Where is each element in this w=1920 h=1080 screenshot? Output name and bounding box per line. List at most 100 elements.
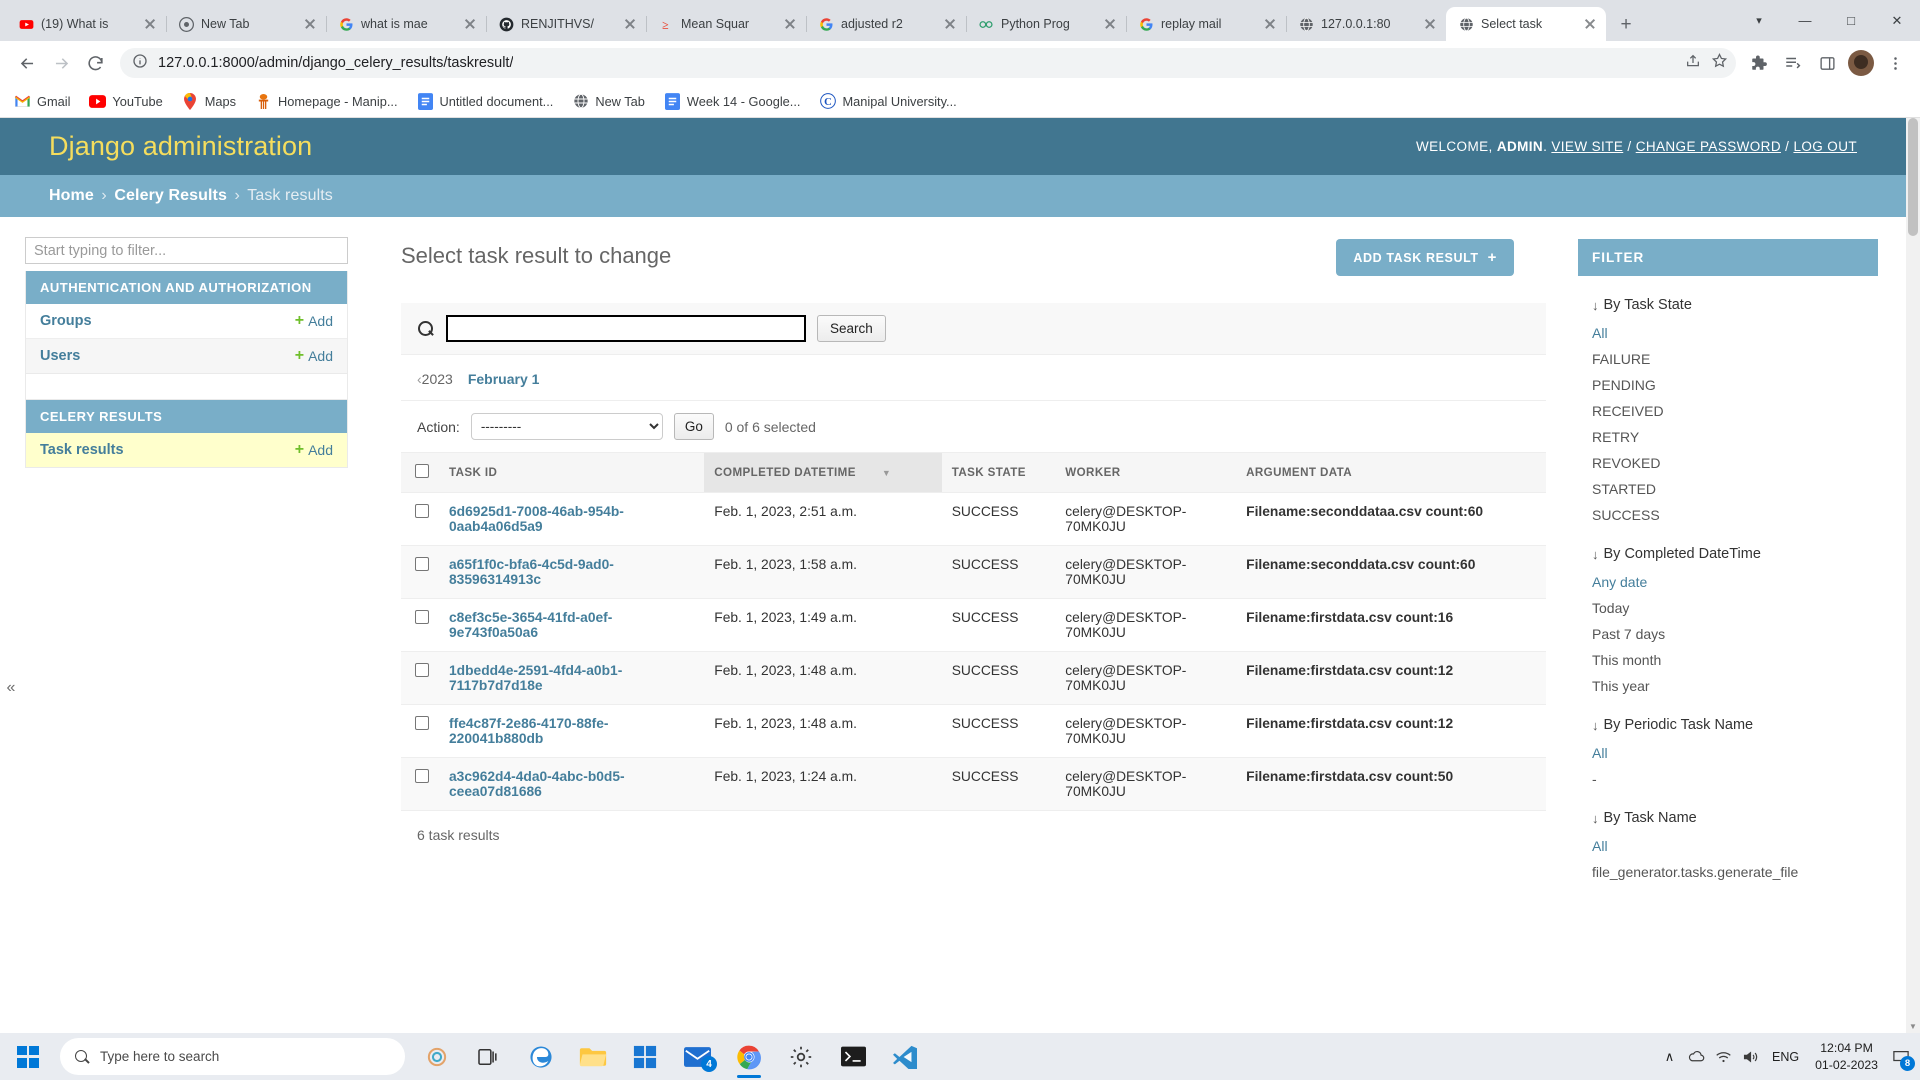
filter-group-periodic-task-name[interactable]: ↓ By Periodic Task Name xyxy=(1578,699,1878,740)
reading-list-icon[interactable] xyxy=(1778,48,1808,78)
filter-option[interactable]: FAILURE xyxy=(1578,346,1878,372)
row-checkbox[interactable] xyxy=(415,557,429,571)
cell-task-id[interactable]: a65f1f0c-bfa6-4c5d-9ad0-83596314913c xyxy=(439,546,704,599)
close-window-button[interactable]: ✕ xyxy=(1874,0,1920,41)
browser-tab[interactable]: RENJITHVS/ xyxy=(486,7,646,41)
row-select-cell[interactable] xyxy=(401,705,439,758)
table-row[interactable]: c8ef3c5e-3654-41fd-a0ef-9e743f0a50a6 Feb… xyxy=(401,599,1546,652)
onedrive-icon[interactable] xyxy=(1683,1033,1710,1080)
log-out-link[interactable]: LOG OUT xyxy=(1793,139,1857,154)
breadcrumb-celery-results[interactable]: Celery Results xyxy=(114,187,227,204)
column-task-state[interactable]: TASK STATE xyxy=(942,453,1056,493)
filter-option[interactable]: - xyxy=(1578,766,1878,792)
wifi-icon[interactable] xyxy=(1710,1033,1737,1080)
chrome-menu-icon[interactable] xyxy=(1880,48,1910,78)
filter-option[interactable]: All xyxy=(1578,320,1878,346)
task-id-link[interactable]: 1dbedd4e-2591-4fd4-a0b1-7117b7d7d18e xyxy=(449,663,622,693)
module-caption[interactable]: AUTHENTICATION AND AUTHORIZATION xyxy=(26,271,347,304)
module-caption[interactable]: CELERY RESULTS xyxy=(26,400,347,433)
browser-tab[interactable]: (19) What is xyxy=(6,7,166,41)
filter-option[interactable]: file_generator.tasks.generate_file xyxy=(1578,859,1878,885)
bookmark-manipal-university[interactable]: C Manipal University... xyxy=(819,93,956,110)
sidebar-item-task-results[interactable]: Task results + Add xyxy=(26,433,347,467)
filter-option[interactable]: RETRY xyxy=(1578,424,1878,450)
close-icon[interactable] xyxy=(942,16,958,32)
close-icon[interactable] xyxy=(1422,16,1438,32)
search-input[interactable] xyxy=(446,315,806,342)
sidebar-filter-input[interactable]: Start typing to filter... xyxy=(25,237,348,264)
microsoft-store-icon[interactable] xyxy=(619,1033,671,1080)
add-task-result-link[interactable]: + Add xyxy=(295,442,333,458)
browser-tab[interactable]: adjusted r2 xyxy=(806,7,966,41)
cell-task-id[interactable]: ffe4c87f-2e86-4170-88fe-220041b880db xyxy=(439,705,704,758)
sidebar-item-users[interactable]: Users + Add xyxy=(26,339,347,373)
task-id-link[interactable]: a65f1f0c-bfa6-4c5d-9ad0-83596314913c xyxy=(449,557,614,587)
sidebar-collapse-toggle[interactable]: « xyxy=(0,674,22,702)
close-icon[interactable] xyxy=(142,16,158,32)
column-argument-data[interactable]: ARGUMENT DATA xyxy=(1236,453,1546,493)
cell-task-id[interactable]: a3c962d4-4da0-4abc-b0d5-ceea07d81686 xyxy=(439,758,704,811)
address-bar[interactable]: 127.0.0.1:8000/admin/django_celery_resul… xyxy=(120,48,1736,78)
task-id-link[interactable]: a3c962d4-4da0-4abc-b0d5-ceea07d81686 xyxy=(449,769,625,799)
row-select-cell[interactable] xyxy=(401,493,439,546)
date-hierarchy-back[interactable]: ‹2023 xyxy=(417,371,453,387)
row-checkbox[interactable] xyxy=(415,769,429,783)
browser-tab[interactable]: ≥ Mean Squar xyxy=(646,7,806,41)
share-icon[interactable] xyxy=(1685,53,1701,74)
language-indicator[interactable]: ENG xyxy=(1764,1050,1807,1064)
task-id-link[interactable]: c8ef3c5e-3654-41fd-a0ef-9e743f0a50a6 xyxy=(449,610,612,640)
filter-option[interactable]: Today xyxy=(1578,595,1878,621)
model-link[interactable]: Users xyxy=(40,348,80,364)
table-row[interactable]: ffe4c87f-2e86-4170-88fe-220041b880db Feb… xyxy=(401,705,1546,758)
close-icon[interactable] xyxy=(1102,16,1118,32)
filter-option[interactable]: All xyxy=(1578,833,1878,859)
row-select-cell[interactable] xyxy=(401,758,439,811)
tab-search-icon[interactable]: ▾ xyxy=(1736,0,1782,41)
sidebar-item-groups[interactable]: Groups + Add xyxy=(26,304,347,339)
filter-option[interactable]: REVOKED xyxy=(1578,450,1878,476)
settings-icon[interactable] xyxy=(775,1033,827,1080)
close-icon[interactable] xyxy=(622,16,638,32)
bookmark-week-14[interactable]: Week 14 - Google... xyxy=(664,93,801,110)
filter-option[interactable]: Any date xyxy=(1578,569,1878,595)
change-password-link[interactable]: CHANGE PASSWORD xyxy=(1636,139,1781,154)
bookmark-homepage[interactable]: Homepage - Manip... xyxy=(255,93,398,110)
row-select-cell[interactable] xyxy=(401,599,439,652)
row-checkbox[interactable] xyxy=(415,663,429,677)
close-icon[interactable] xyxy=(782,16,798,32)
filter-option[interactable]: PENDING xyxy=(1578,372,1878,398)
breadcrumb-home[interactable]: Home xyxy=(49,187,94,204)
add-groups-link[interactable]: + Add xyxy=(295,313,333,329)
row-checkbox[interactable] xyxy=(415,504,429,518)
filter-option[interactable]: All xyxy=(1578,740,1878,766)
mail-icon[interactable]: 4 xyxy=(671,1033,723,1080)
search-button[interactable]: Search xyxy=(817,315,886,342)
browser-tab[interactable]: 127.0.0.1:80 xyxy=(1286,7,1446,41)
start-button[interactable] xyxy=(0,1033,56,1080)
row-checkbox[interactable] xyxy=(415,716,429,730)
edge-icon[interactable] xyxy=(515,1033,567,1080)
bookmark-new-tab[interactable]: New Tab xyxy=(572,93,645,110)
taskbar-search[interactable]: Type here to search xyxy=(60,1038,405,1075)
vscode-icon[interactable] xyxy=(879,1033,931,1080)
page-scrollbar[interactable]: ▲ ▼ xyxy=(1906,118,1920,1033)
add-users-link[interactable]: + Add xyxy=(295,348,333,364)
filter-option[interactable]: STARTED xyxy=(1578,476,1878,502)
browser-tab[interactable]: replay mail xyxy=(1126,7,1286,41)
site-info-icon[interactable] xyxy=(132,53,148,74)
cell-task-id[interactable]: c8ef3c5e-3654-41fd-a0ef-9e743f0a50a6 xyxy=(439,599,704,652)
column-completed-datetime[interactable]: COMPLETED DATETIME ▼ xyxy=(704,453,941,493)
filter-option[interactable]: This year xyxy=(1578,673,1878,699)
select-all-header[interactable] xyxy=(401,453,439,493)
extensions-icon[interactable] xyxy=(1744,48,1774,78)
cell-task-id[interactable]: 1dbedd4e-2591-4fd4-a0b1-7117b7d7d18e xyxy=(439,652,704,705)
table-row[interactable]: 6d6925d1-7008-46ab-954b-0aab4a06d5a9 Feb… xyxy=(401,493,1546,546)
close-icon[interactable] xyxy=(1582,16,1598,32)
close-icon[interactable] xyxy=(1262,16,1278,32)
bookmark-untitled-document[interactable]: Untitled document... xyxy=(417,93,554,110)
scrollbar-thumb[interactable] xyxy=(1908,118,1918,236)
table-row[interactable]: a65f1f0c-bfa6-4c5d-9ad0-83596314913c Feb… xyxy=(401,546,1546,599)
table-row[interactable]: 1dbedd4e-2591-4fd4-a0b1-7117b7d7d18e Feb… xyxy=(401,652,1546,705)
filter-option[interactable]: Past 7 days xyxy=(1578,621,1878,647)
date-hierarchy-current[interactable]: February 1 xyxy=(468,371,540,387)
